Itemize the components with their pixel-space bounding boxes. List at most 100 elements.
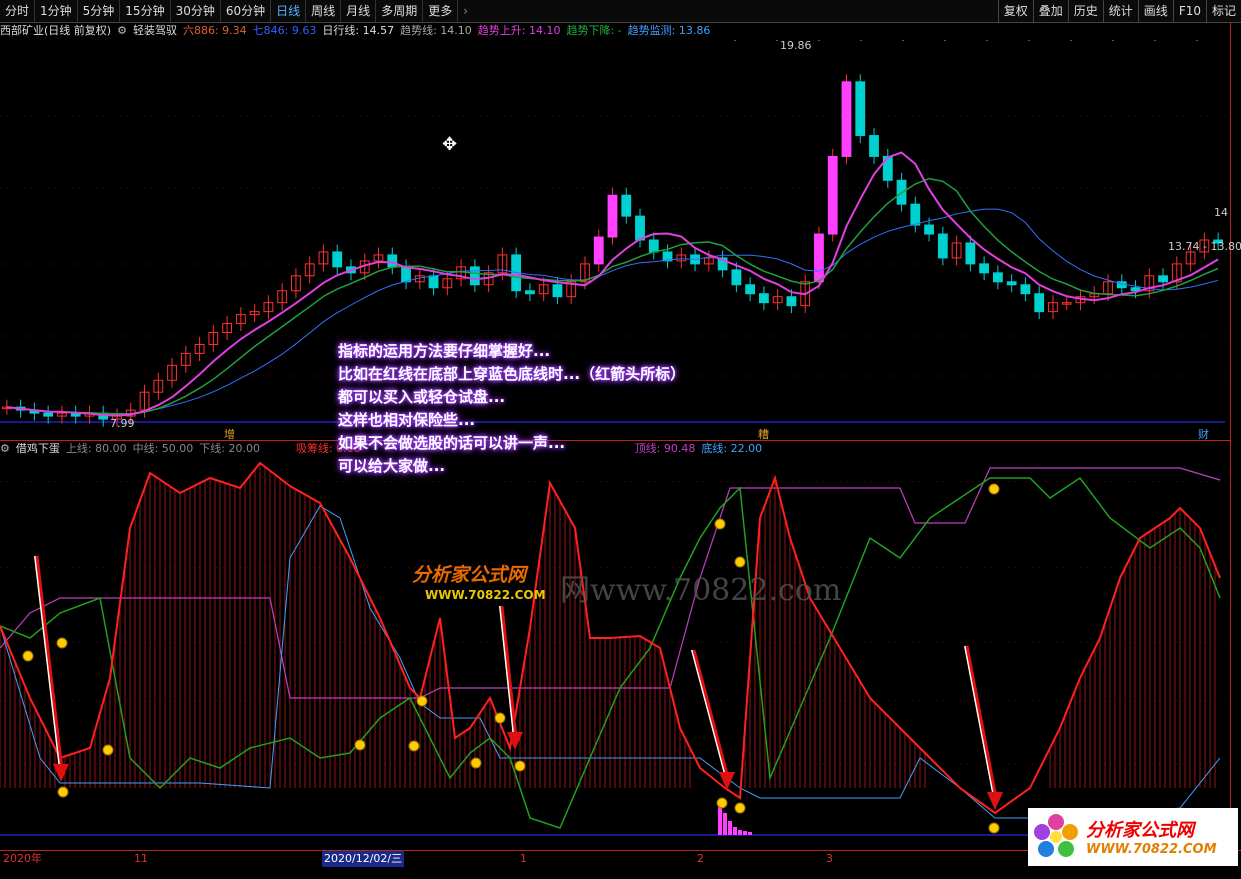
tab-5min[interactable]: 5分钟 [78,0,121,22]
arrow-shaft [964,645,995,799]
tab-15min[interactable]: 15分钟 [120,0,171,22]
top-dot [734,40,736,41]
watermark-text: 分析家公式网 [412,564,527,586]
trend-monitor-value: 趋势监测: 13.86 [627,24,711,37]
arrow-shaft [691,649,727,779]
annotation-line: 这样也相对保险些... [338,411,476,429]
top-dot [818,40,820,41]
candle-body [759,293,769,304]
tab-60min[interactable]: 60分钟 [221,0,272,22]
mid-line-value: 中线: 50.00 [132,442,194,455]
right-border [1230,22,1231,852]
trend-value: 趋势线: 14.10 [400,24,472,37]
event-marker[interactable]: 糟 [758,426,769,442]
tab-more[interactable]: 更多 [423,0,459,22]
stats-button[interactable]: 统计 [1102,0,1138,22]
main-info-bar: 西部矿业(日线 前复权) ⚙ 轻装驾驭 六886: 9.34 七846: 9.6… [0,23,710,39]
mark-button[interactable]: 标记 [1205,0,1241,22]
logo-url: WWW.70822.COM [1086,842,1217,857]
signal-coin [57,786,69,798]
candle-body [1006,281,1017,286]
high-price-label: 19.86 [780,39,812,52]
axis-label: 2 [697,852,704,865]
candle-body [965,242,976,265]
f10-button[interactable]: F10 [1172,0,1206,22]
annotation-line: 比如在红线在底部上穿蓝色底线时...（红箭头所标） [338,365,686,383]
tab-1min[interactable]: 1分钟 [35,0,78,22]
dayline-value: 日行线: 14.57 [322,24,395,37]
signal-coin [514,760,526,772]
toolbar-right: 复权 叠加 历史 统计 画线 F10 标记 [997,0,1241,22]
signal-coin [102,744,114,756]
tab-daily[interactable]: 日线 [271,0,307,22]
draw-button[interactable]: 画线 [1137,0,1173,22]
signal-coin [408,740,420,752]
top-dot [776,40,778,41]
candle-body [332,251,343,268]
signal-coin [988,822,1000,834]
indicator-name[interactable]: 轻装驾驭 [133,23,177,39]
signal-coin [56,637,68,649]
tab-monthly[interactable]: 月线 [341,0,377,22]
tab-multi-period[interactable]: 多周期 [376,0,424,22]
ma7-value: 七846: 9.63 [252,24,317,37]
overlay-button[interactable]: 叠加 [1032,0,1068,22]
stock-name[interactable]: 西部矿业(日线 前复权) [0,23,111,39]
absorb-bar [748,832,752,835]
tab-fenshi[interactable]: 分时 [0,0,36,22]
signal-coin [714,518,726,530]
candle-body [648,239,659,253]
candle-body [731,269,742,286]
settings-icon[interactable]: ⚙ [0,441,10,457]
top-dot [1196,40,1198,41]
annotation-line: 指标的运用方法要仔细掌握好... [338,342,551,360]
signal-coin [416,695,428,707]
top-dot [944,40,946,41]
signal-coin [494,712,506,724]
candle-body [1020,284,1031,295]
axis-label: 11 [134,852,148,865]
tab-weekly[interactable]: 周线 [306,0,342,22]
top-dot [1154,40,1156,41]
axis-label: 3 [826,852,833,865]
watermark-url: WWW.70822.COM [425,588,546,602]
period-tabs: 分时 1分钟 5分钟 15分钟 30分钟 60分钟 日线 周线 月线 多周期 更… [0,0,473,22]
arrow-shaft [965,645,998,799]
signal-coin [354,739,366,751]
arrow-shaft [692,649,730,779]
toolbar: 分时 1分钟 5分钟 15分钟 30分钟 60分钟 日线 周线 月线 多周期 更… [0,0,1241,23]
bottom-line-value: 底线: 22.00 [701,442,763,455]
candle-body [387,254,398,268]
candle-body [786,296,797,307]
indicator2-name[interactable]: 借鸡下蛋 [16,441,60,457]
site-logo: 分析家公式网 WWW.70822.COM [1028,808,1238,866]
tab-30min[interactable]: 30分钟 [171,0,221,22]
history-button[interactable]: 历史 [1067,0,1103,22]
trend-down-value: 趋势下降: - [566,24,622,37]
candle-body [401,266,411,283]
absorb-bar [738,830,742,835]
arrow-head [719,772,735,790]
absorb-bar [743,831,747,835]
absorb-bar [728,821,732,835]
chevron-right-icon[interactable]: › [458,0,473,22]
candle-body [910,203,921,226]
candle-body [635,215,645,241]
candle-body [552,284,563,298]
candle-body [869,135,879,157]
settings-icon[interactable]: ⚙ [117,23,127,39]
signal-coin [988,483,1000,495]
absorb-bar [718,805,722,835]
ma6-value: 六886: 9.34 [182,24,247,37]
fuquan-button[interactable]: 复权 [997,0,1033,22]
signal-coin [734,802,746,814]
right-price-label: 14 [1214,206,1228,219]
candle-body [525,290,535,295]
event-marker[interactable]: 增 [224,426,235,442]
signal-coin [22,650,34,662]
indicator-chart[interactable] [0,458,1230,850]
candle-body [428,275,439,289]
event-marker[interactable]: 财 [1198,426,1209,442]
trend-up-value: 趋势上升: 14.10 [477,24,561,37]
top-dot [1028,40,1030,41]
